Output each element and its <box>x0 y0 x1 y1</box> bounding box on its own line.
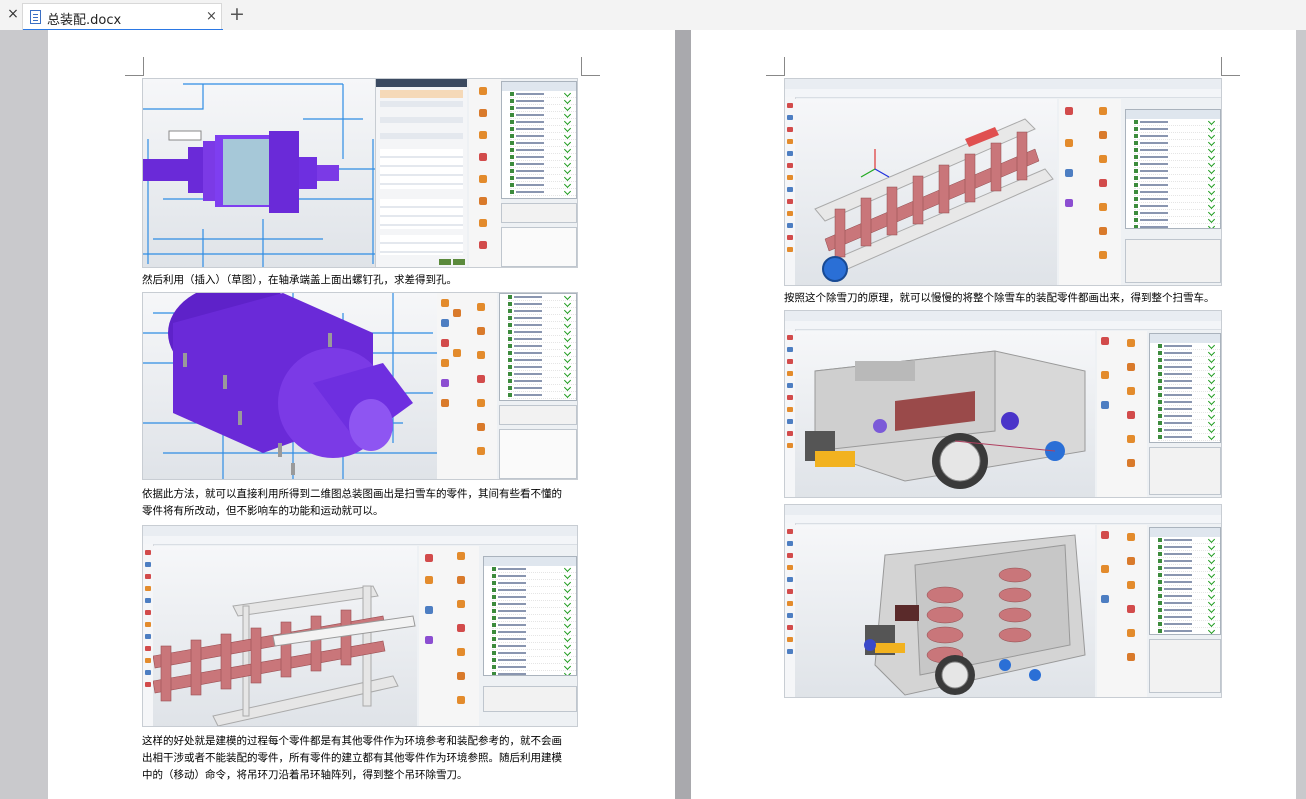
cad-viewport <box>143 293 437 479</box>
details-panel[interactable] <box>501 203 577 223</box>
details-panel[interactable] <box>499 405 577 425</box>
page-separator <box>675 30 691 799</box>
crop-mark <box>581 57 600 76</box>
figure-bearing-cap-sketch <box>142 78 578 268</box>
icon-toolbar[interactable] <box>419 546 479 726</box>
part-navigator[interactable] <box>1149 527 1221 635</box>
left-icon-toolbar[interactable] <box>437 293 467 479</box>
paragraph-2-line-2: 零件将有所改动，但不影响车的功能和运动就可以。 <box>142 505 384 517</box>
part-navigator[interactable] <box>501 81 577 199</box>
close-window-icon[interactable]: × <box>6 7 20 21</box>
workspace-background <box>0 30 48 799</box>
cad-menubar[interactable] <box>785 515 1221 524</box>
paragraph-r1: 按照这个除雪刀的原理，就可以慢慢的将整个除雪车的装配零件都画出来，得到整个扫雪车… <box>784 292 1215 304</box>
workspace-background-right <box>1296 30 1306 799</box>
details-panel[interactable] <box>483 686 577 712</box>
paragraph-2-line-1: 依据此方法，就可以直接利用所得到二维图总装图画出是扫雪车的零件，其间有些看不懂的 <box>142 488 562 500</box>
details-panel[interactable] <box>1149 447 1221 495</box>
crop-mark <box>125 57 144 76</box>
tab-close-icon[interactable]: × <box>206 9 217 24</box>
cad-menubar[interactable] <box>785 89 1221 98</box>
document-page-left: 然后利用（插入）（草图），在轴承端盖上面出螺钉孔，求差得到孔。 依据此方法，就可… <box>48 30 675 799</box>
details-panel[interactable] <box>1125 239 1221 283</box>
figure-snow-blade-array <box>142 525 578 727</box>
new-tab-button[interactable]: + <box>229 4 245 24</box>
figure-snow-sweeper-closed <box>784 310 1222 498</box>
tab-title: 总装配.docx <box>47 13 122 28</box>
figure-snow-sweeper-open <box>784 504 1222 698</box>
cad-viewport <box>153 546 417 726</box>
part-navigator[interactable] <box>1149 333 1221 443</box>
part-navigator[interactable] <box>483 556 577 676</box>
document-icon <box>30 10 41 24</box>
document-page-right: 按照这个除雪刀的原理，就可以慢慢的将整个除雪车的装配零件都画出来，得到整个扫雪车… <box>691 30 1296 799</box>
details-panel[interactable] <box>1149 639 1221 693</box>
cad-viewport <box>795 331 1095 497</box>
icon-toolbar[interactable] <box>1059 99 1121 285</box>
paragraph-3-line-3: 中的（移动）命令，将吊环刀沿着吊环轴阵列，得到整个吊环除雪刀。 <box>142 769 468 781</box>
paragraph-3-line-2: 出相干涉或者不能装配的零件，所有零件的建立都有其他零件作为环境参照。随后利用建模 <box>142 752 562 764</box>
preview-panel <box>501 227 577 267</box>
icon-toolbar[interactable] <box>467 293 497 479</box>
crop-mark <box>766 57 785 76</box>
part-navigator[interactable] <box>1125 109 1221 229</box>
cad-viewport <box>795 525 1095 697</box>
part-navigator[interactable] <box>499 293 577 401</box>
paragraph-3-line-1: 这样的好处就是建模的过程每个零件都是有其他零件作为环境参考和装配参考的，就不会画 <box>142 735 562 747</box>
cad-viewport <box>795 99 1057 285</box>
cad-viewport <box>143 79 379 267</box>
paragraph-1: 然后利用（插入）（草图），在轴承端盖上面出螺钉孔，求差得到孔。 <box>142 274 457 286</box>
icon-toolbar[interactable] <box>1097 525 1147 697</box>
icon-toolbar[interactable] <box>1097 331 1147 497</box>
crop-mark <box>1221 57 1240 76</box>
figure-blade-roller-assembly <box>784 78 1222 286</box>
tab-bar: × 总装配.docx × + <box>0 0 1306 31</box>
icon-toolbar[interactable] <box>469 79 501 267</box>
document-tab[interactable]: 总装配.docx × <box>22 3 223 31</box>
cad-menubar[interactable] <box>143 536 577 545</box>
dialog-panel[interactable] <box>375 79 467 267</box>
preview-panel <box>499 429 577 479</box>
figure-screw-holes <box>142 292 578 480</box>
cad-menubar[interactable] <box>785 321 1221 330</box>
